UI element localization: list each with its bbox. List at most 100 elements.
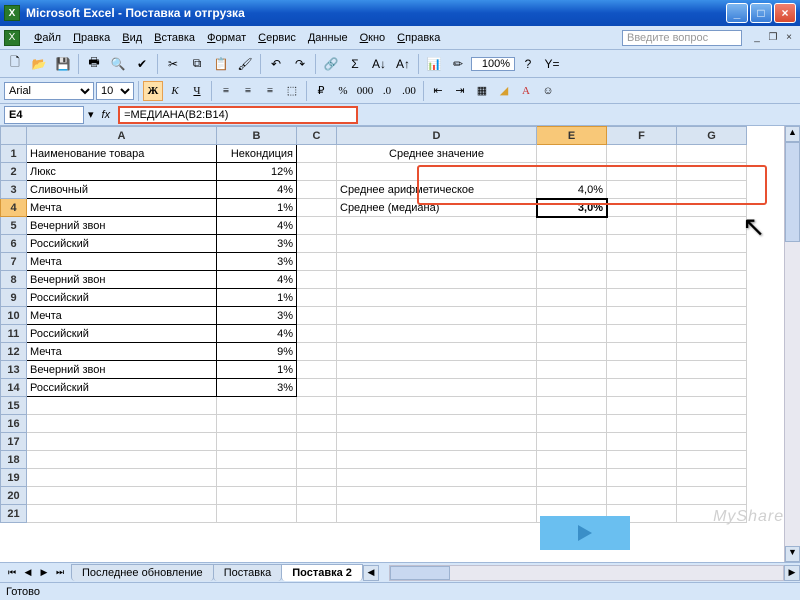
formula-input[interactable]: =МЕДИАНА(B2:B14)	[118, 106, 358, 124]
row-header[interactable]: 14	[1, 379, 27, 397]
close-button[interactable]: ×	[774, 3, 796, 23]
cell[interactable]	[677, 325, 747, 343]
worksheet-grid[interactable]: ABCDEFG1Наименование товараНекондицияСре…	[0, 126, 800, 566]
menu-вид[interactable]: Вид	[116, 30, 148, 46]
row-header[interactable]: 7	[1, 253, 27, 271]
cell[interactable]	[607, 487, 677, 505]
cell[interactable]: Российский	[27, 235, 217, 253]
cell[interactable]	[607, 235, 677, 253]
cell[interactable]	[337, 325, 537, 343]
italic-button[interactable]: К	[165, 81, 185, 101]
row-header[interactable]: 17	[1, 433, 27, 451]
cell[interactable]: Мечта	[27, 343, 217, 361]
cell[interactable]	[297, 163, 337, 181]
cell[interactable]: Среднее значение	[337, 145, 537, 163]
cell[interactable]: 3%	[217, 253, 297, 271]
tab-last-icon[interactable]: ⏭	[52, 565, 68, 581]
scroll-down-icon[interactable]: ▼	[785, 546, 800, 562]
cell[interactable]	[297, 415, 337, 433]
cell[interactable]	[677, 433, 747, 451]
currency-icon[interactable]: ₽	[311, 81, 331, 101]
print-icon[interactable]: 🖶	[83, 53, 105, 75]
horizontal-scrollbar[interactable]	[389, 565, 784, 581]
cell[interactable]	[537, 307, 607, 325]
sort-desc-icon[interactable]: A↑	[392, 53, 414, 75]
cell[interactable]	[27, 469, 217, 487]
menu-сервис[interactable]: Сервис	[252, 30, 302, 46]
chart-icon[interactable]: 📊	[423, 53, 445, 75]
cell[interactable]	[607, 307, 677, 325]
row-header[interactable]: 11	[1, 325, 27, 343]
cell[interactable]	[217, 433, 297, 451]
row-header[interactable]: 8	[1, 271, 27, 289]
cell[interactable]	[677, 235, 747, 253]
doc-minimize-button[interactable]: _	[750, 32, 764, 44]
cell[interactable]	[297, 289, 337, 307]
cell[interactable]: 12%	[217, 163, 297, 181]
menu-справка[interactable]: Справка	[391, 30, 446, 46]
cell[interactable]	[337, 415, 537, 433]
cell[interactable]	[297, 361, 337, 379]
cell[interactable]	[27, 415, 217, 433]
cell[interactable]	[677, 415, 747, 433]
cell[interactable]	[607, 145, 677, 163]
cell[interactable]	[607, 253, 677, 271]
cell[interactable]	[537, 253, 607, 271]
cell[interactable]: Мечта	[27, 307, 217, 325]
cell[interactable]	[537, 469, 607, 487]
row-header[interactable]: 19	[1, 469, 27, 487]
cell[interactable]	[677, 271, 747, 289]
cell[interactable]	[297, 397, 337, 415]
cell[interactable]	[677, 181, 747, 199]
cell[interactable]	[607, 361, 677, 379]
zoom-box[interactable]: 100%	[471, 57, 515, 71]
cell[interactable]	[337, 163, 537, 181]
align-left-icon[interactable]: ≡	[216, 81, 236, 101]
cell[interactable]: Среднее (медиана)	[337, 199, 537, 217]
cell[interactable]: Среднее арифметическое	[337, 181, 537, 199]
cell[interactable]	[537, 487, 607, 505]
font-name-select[interactable]: Arial	[4, 82, 94, 100]
cell[interactable]: 4%	[217, 325, 297, 343]
row-header[interactable]: 4	[1, 199, 27, 217]
increase-decimal-icon[interactable]: .0	[377, 81, 397, 101]
cell[interactable]	[297, 235, 337, 253]
cell[interactable]	[537, 163, 607, 181]
cell[interactable]	[677, 343, 747, 361]
cell[interactable]	[297, 325, 337, 343]
cell[interactable]	[27, 397, 217, 415]
vertical-scrollbar[interactable]: ▲ ▼	[784, 126, 800, 562]
cell[interactable]	[27, 487, 217, 505]
cell[interactable]: Российский	[27, 379, 217, 397]
cell[interactable]: Мечта	[27, 199, 217, 217]
cell[interactable]	[27, 433, 217, 451]
cell[interactable]	[677, 163, 747, 181]
autosum-icon[interactable]: Σ	[344, 53, 366, 75]
hscroll-thumb[interactable]	[390, 566, 450, 580]
sheet-tab[interactable]: Поставка	[213, 564, 283, 581]
cell[interactable]	[297, 271, 337, 289]
cell[interactable]: Сливочный	[27, 181, 217, 199]
cell[interactable]: 4%	[217, 217, 297, 235]
cell[interactable]	[337, 487, 537, 505]
cell[interactable]	[337, 469, 537, 487]
cut-icon[interactable]: ✂	[162, 53, 184, 75]
menu-окно[interactable]: Окно	[354, 30, 392, 46]
cell[interactable]	[337, 397, 537, 415]
cell[interactable]	[537, 343, 607, 361]
cell[interactable]: Российский	[27, 289, 217, 307]
cell[interactable]	[677, 307, 747, 325]
cell[interactable]: 4%	[217, 181, 297, 199]
font-color-icon[interactable]: A	[516, 81, 536, 101]
comma-icon[interactable]: 000	[355, 81, 375, 101]
cell[interactable]	[337, 451, 537, 469]
cell[interactable]: 3,0%	[537, 199, 607, 217]
minimize-button[interactable]: _	[726, 3, 748, 23]
cell[interactable]	[677, 289, 747, 307]
cell[interactable]: 1%	[217, 289, 297, 307]
cell[interactable]	[607, 451, 677, 469]
row-header[interactable]: 5	[1, 217, 27, 235]
cell[interactable]	[337, 307, 537, 325]
hscroll-left-icon[interactable]: ◀	[363, 565, 379, 581]
paste-icon[interactable]: 📋	[210, 53, 232, 75]
